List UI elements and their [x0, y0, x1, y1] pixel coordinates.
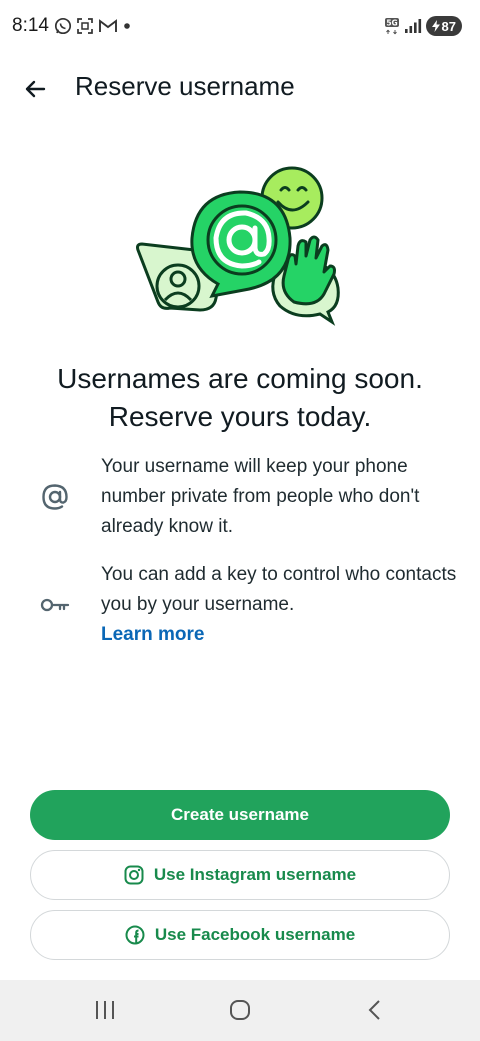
- back-button[interactable]: [18, 72, 52, 106]
- headline-line-2: Reserve yours today.: [108, 401, 372, 432]
- use-instagram-username-button[interactable]: Use Instagram username: [30, 850, 450, 900]
- whatsapp-icon: [54, 17, 72, 35]
- use-facebook-username-label: Use Facebook username: [154, 925, 356, 944]
- gmail-icon: [99, 19, 117, 32]
- status-time: 8:14: [12, 15, 49, 36]
- battery-indicator: 87: [425, 16, 462, 36]
- headline: Usernames are coming soon. Reserve yours…: [0, 360, 480, 436]
- create-username-label: Create username: [171, 805, 309, 824]
- dot-icon: [124, 23, 130, 29]
- learn-more-link[interactable]: Learn more: [101, 620, 461, 650]
- at-sign-icon: [40, 482, 70, 512]
- recent-apps-button[interactable]: [85, 994, 125, 1026]
- network-label: 5G: [386, 19, 397, 28]
- info-text-key-body: You can add a key to control who contact…: [101, 564, 457, 615]
- back-chevron-icon: [368, 1000, 380, 1020]
- info-text-key: You can add a key to control who contact…: [101, 560, 461, 650]
- page-title: Reserve username: [75, 71, 295, 101]
- status-bar: 8:14 5G 87: [0, 0, 480, 56]
- scan-icon: [77, 18, 93, 34]
- charging-bolt-icon: [431, 20, 440, 32]
- app-bar: Reserve username: [0, 58, 480, 118]
- back-arrow-icon: [25, 80, 46, 98]
- key-icon: [40, 590, 70, 620]
- battery-level: 87: [441, 18, 456, 34]
- username-illustration: [136, 166, 340, 326]
- back-nav-button[interactable]: [354, 994, 394, 1026]
- recent-apps-icon: [96, 1001, 114, 1019]
- use-instagram-username-label: Use Instagram username: [153, 865, 357, 884]
- info-text-privacy: Your username will keep your phone numbe…: [101, 456, 420, 537]
- signal-icon: [404, 19, 421, 33]
- notification-icons: [54, 17, 132, 35]
- home-icon: [230, 1000, 250, 1020]
- system-icons: 5G 87: [384, 16, 462, 36]
- use-facebook-username-button[interactable]: Use Facebook username: [30, 910, 450, 960]
- system-navigation-bar: [0, 980, 480, 1041]
- network-5g-icon: 5G: [384, 18, 399, 35]
- create-username-button[interactable]: Create username: [30, 790, 450, 840]
- home-button[interactable]: [220, 994, 260, 1026]
- instagram-icon: [124, 865, 144, 885]
- headline-line-1: Usernames are coming soon.: [57, 363, 423, 394]
- facebook-icon: [125, 925, 145, 945]
